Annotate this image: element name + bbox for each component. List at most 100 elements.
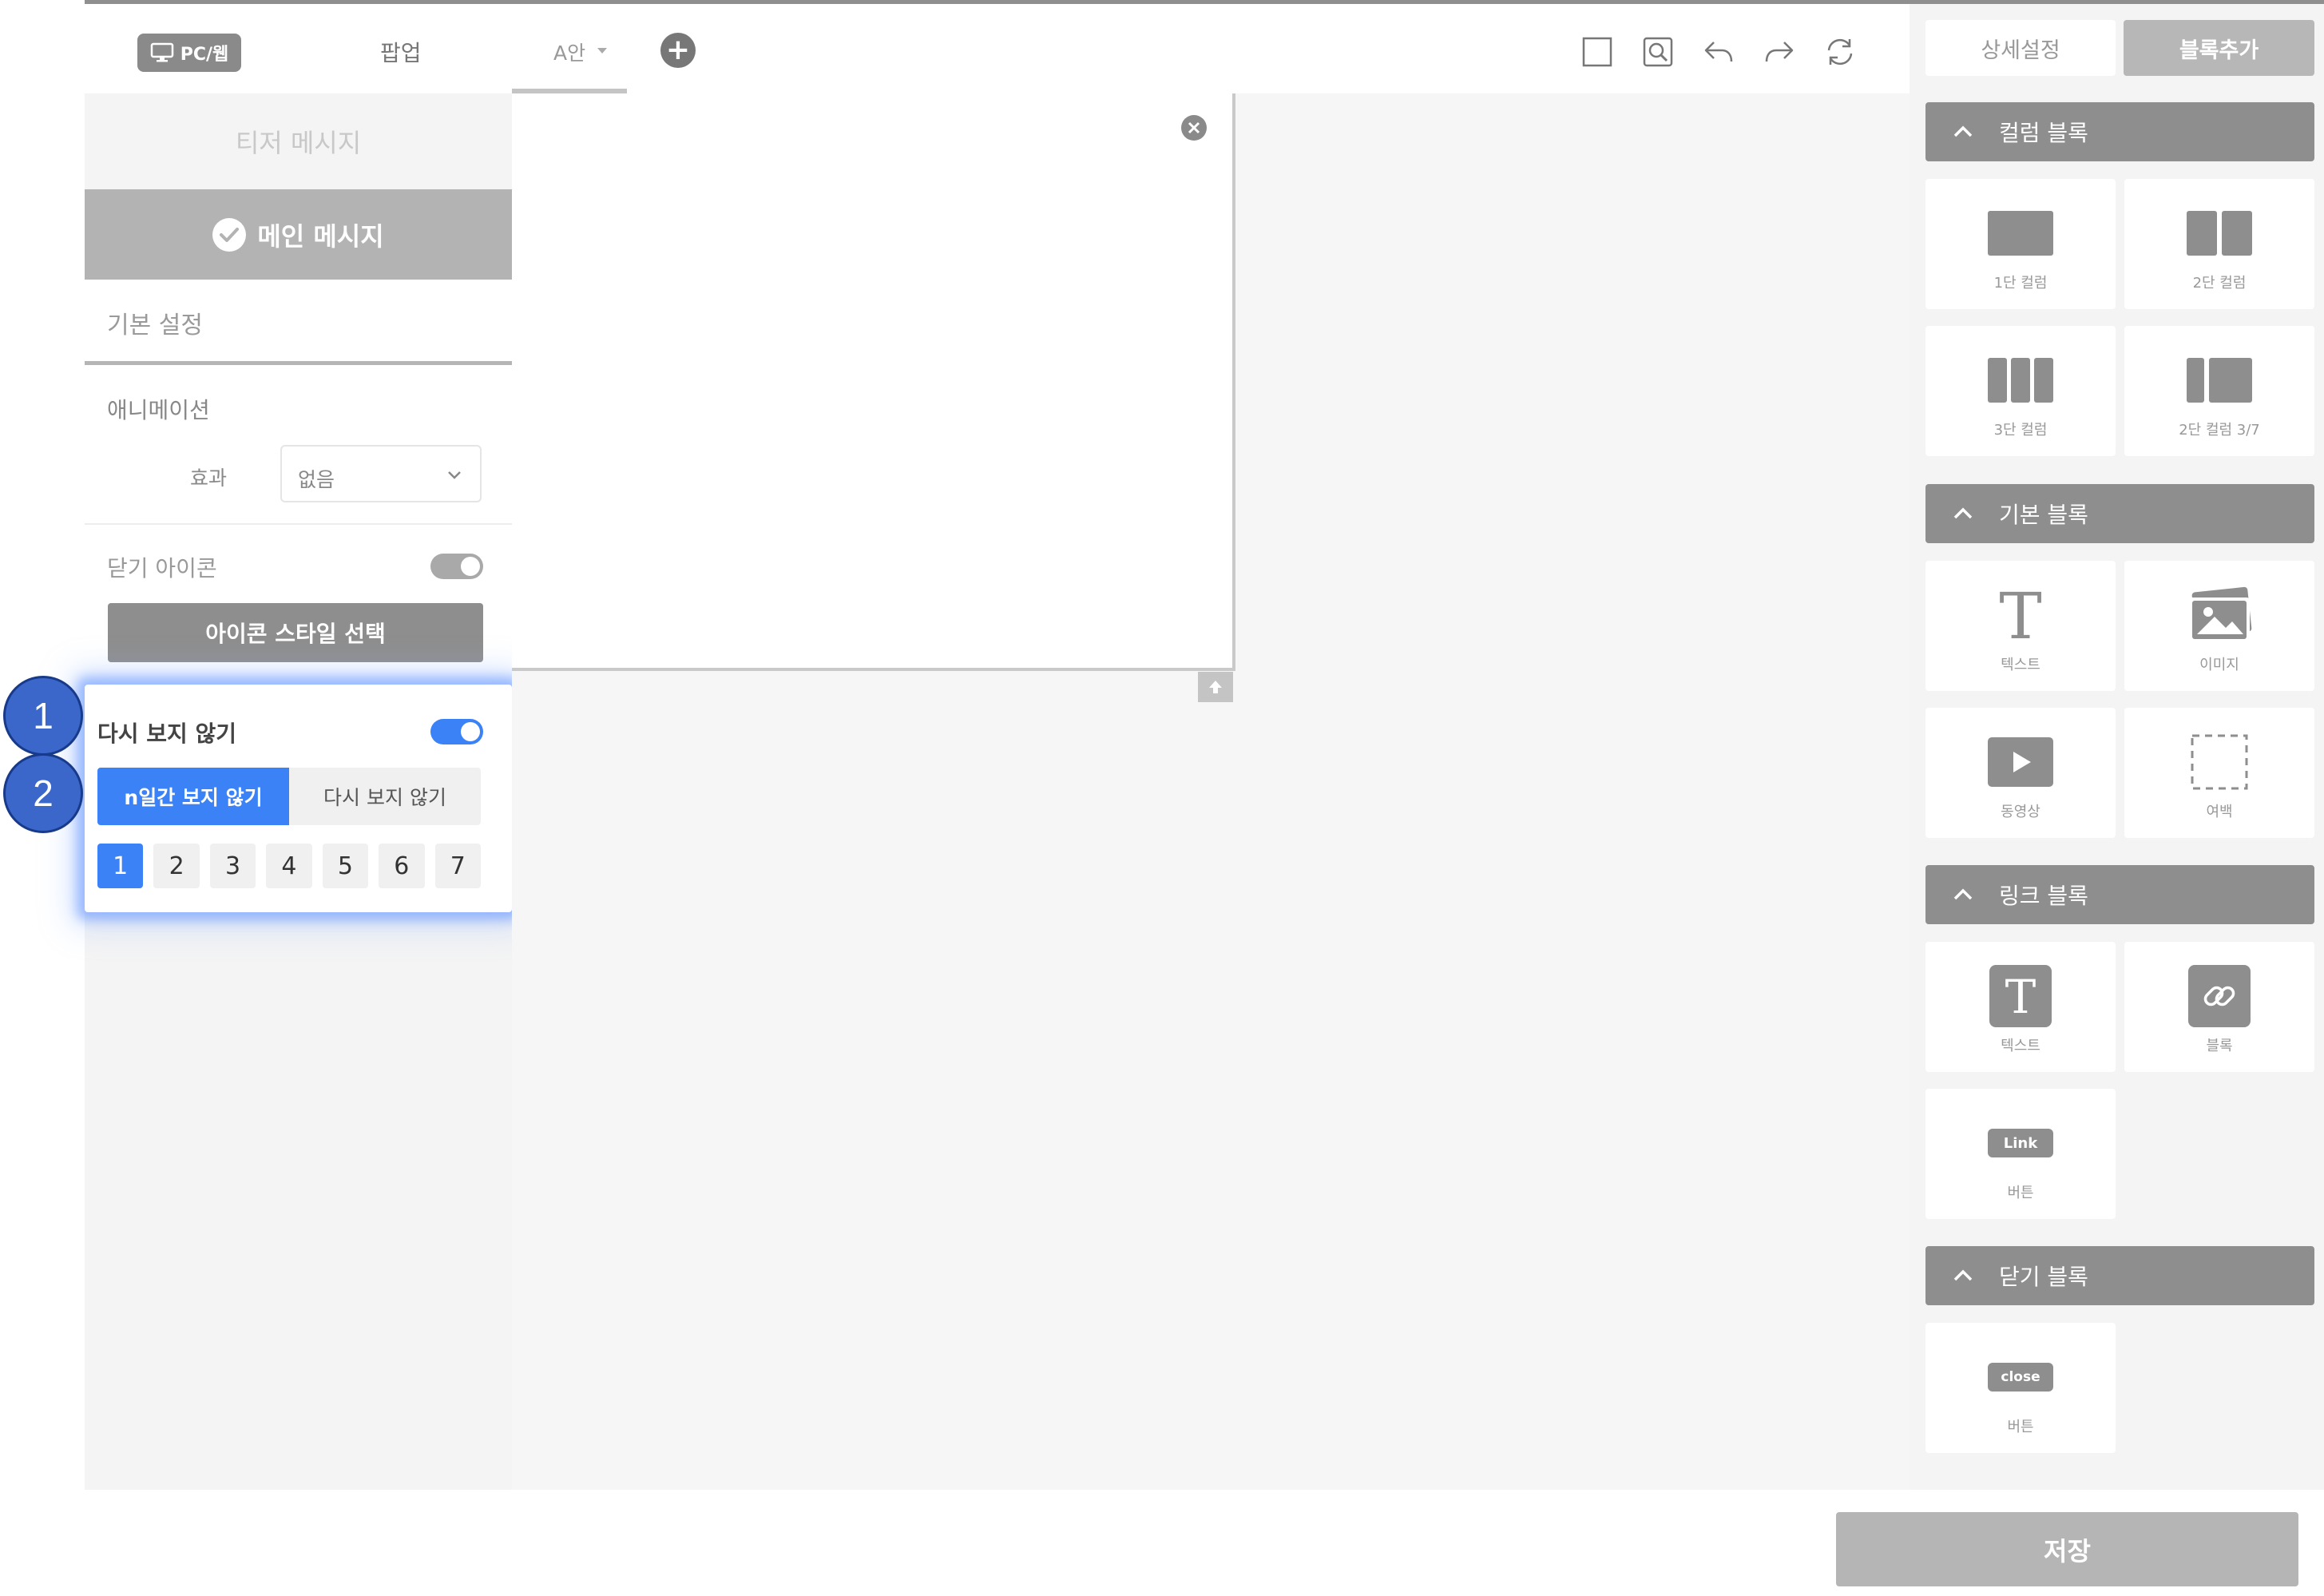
- left-header: PC/웹 팝업: [85, 4, 512, 93]
- link-block-header[interactable]: 링크 블록: [1925, 865, 2314, 924]
- undo-icon[interactable]: [1701, 34, 1736, 69]
- add-version-button[interactable]: +: [660, 33, 696, 68]
- day-button-2[interactable]: 2: [153, 844, 200, 888]
- block-text[interactable]: T 텍스트: [1925, 561, 2116, 691]
- option-never-show[interactable]: 다시 보지 않기: [289, 768, 481, 825]
- close-circle-icon[interactable]: [1180, 114, 1208, 141]
- block-link-button[interactable]: Link 버튼: [1925, 1089, 2116, 1219]
- version-tab-a[interactable]: A안: [512, 4, 627, 93]
- day-button-6[interactable]: 6: [379, 844, 425, 888]
- redo-icon[interactable]: [1762, 34, 1797, 69]
- block-link-text[interactable]: T 텍스트: [1925, 942, 2116, 1072]
- block-2-column[interactable]: 2단 컬럼: [2124, 179, 2314, 309]
- three-column-icon: [1988, 358, 2053, 403]
- refresh-icon[interactable]: [1822, 34, 1858, 69]
- spacer-dashed-icon: [2191, 734, 2248, 790]
- popup-tab[interactable]: 팝업: [380, 36, 422, 68]
- right-panel-tabs: 상세설정 블록추가: [1925, 20, 2314, 76]
- svg-text:T: T: [2005, 970, 2036, 1024]
- tab-add-block[interactable]: 블록추가: [2124, 20, 2314, 76]
- option-n-days[interactable]: n일간 보지 않기: [97, 768, 289, 825]
- block-label: 2단 컬럼: [2192, 275, 2247, 292]
- basic-setting-section[interactable]: 기본 설정: [85, 280, 512, 365]
- link-block-title: 링크 블록: [1999, 883, 2088, 909]
- block-spacer[interactable]: 여백: [2124, 708, 2314, 838]
- day-button-3[interactable]: 3: [209, 844, 256, 888]
- dont-show-again-toggle[interactable]: [430, 719, 483, 744]
- block-label: 버튼: [2007, 1419, 2034, 1435]
- block-label: 버튼: [2007, 1185, 2034, 1201]
- device-pc-web-button[interactable]: PC/웹: [137, 34, 241, 72]
- day-button-5[interactable]: 5: [322, 844, 369, 888]
- step-marker-1: 1: [3, 676, 83, 756]
- block-image[interactable]: 이미지: [2124, 561, 2314, 691]
- day-button-7[interactable]: 7: [434, 844, 481, 888]
- day-button-1[interactable]: 1: [97, 844, 144, 888]
- block-video[interactable]: 동영상: [1925, 708, 2116, 838]
- icon-style-select-button[interactable]: 아이콘 스타일 선택: [108, 603, 483, 662]
- save-button[interactable]: 저장: [1836, 1512, 2298, 1586]
- day-selector: 1 2 3 4 5 6 7: [97, 844, 481, 888]
- frame-icon[interactable]: [1580, 34, 1615, 69]
- preview-zoom-icon[interactable]: [1640, 34, 1676, 69]
- block-close-button[interactable]: close 버튼: [1925, 1323, 2116, 1453]
- block-link-block[interactable]: 블록: [2124, 942, 2314, 1072]
- link-button-preview: Link: [1988, 1129, 2053, 1157]
- block-1-column[interactable]: 1단 컬럼: [1925, 179, 2116, 309]
- version-tab-label: A안: [553, 42, 586, 65]
- check-circle-icon: [212, 217, 247, 252]
- svg-text:T: T: [1999, 586, 2041, 645]
- block-label: 3단 컬럼: [1993, 422, 2048, 439]
- effect-select[interactable]: 없음: [280, 445, 482, 502]
- block-label: 블록: [2206, 1038, 2233, 1054]
- tab-detail-settings[interactable]: 상세설정: [1925, 20, 2116, 76]
- popup-preview-canvas[interactable]: [512, 93, 1235, 671]
- block-label: 1단 컬럼: [1993, 275, 2048, 292]
- basic-block-header[interactable]: 기본 블록: [1925, 484, 2314, 543]
- effect-label: 효과: [190, 466, 228, 490]
- basic-setting-label: 기본 설정: [107, 312, 203, 339]
- teaser-message-tab[interactable]: 티저 메시지: [85, 93, 512, 189]
- chain-link-icon: [2188, 965, 2251, 1027]
- two-column-3-7-icon: [2187, 358, 2252, 403]
- close-icon-title: 닫기 아이콘: [107, 555, 217, 582]
- basic-block-title: 기본 블록: [1999, 502, 2088, 528]
- close-button-preview: close: [1988, 1363, 2053, 1392]
- close-icon-toggle[interactable]: [430, 554, 483, 579]
- one-column-icon: [1988, 211, 2053, 256]
- chevron-up-icon: [1953, 888, 1973, 900]
- chevron-up-icon: [1953, 125, 1973, 137]
- block-label: 텍스트: [2001, 657, 2040, 673]
- two-column-icon: [2187, 211, 2252, 256]
- link-button-text: Link: [2003, 1134, 2038, 1152]
- main-message-label: 메인 메시지: [257, 220, 384, 252]
- block-label: 동영상: [2001, 804, 2040, 820]
- caret-down-icon: [597, 48, 607, 54]
- block-2-column-3-7[interactable]: 2단 컬럼 3/7: [2124, 326, 2314, 456]
- close-icon-section: 닫기 아이콘 아이콘 스타일 선택: [85, 525, 512, 685]
- block-label: 이미지: [2199, 657, 2239, 673]
- chevron-down-icon: [448, 471, 461, 479]
- main-message-tab[interactable]: 메인 메시지: [85, 189, 512, 280]
- close-block-header[interactable]: 닫기 블록: [1925, 1246, 2314, 1305]
- device-badge-label: PC/웹: [180, 45, 229, 65]
- close-block-title: 닫기 블록: [1999, 1264, 2088, 1290]
- text-t-icon: T: [1999, 586, 2041, 645]
- block-label: 여백: [2206, 804, 2233, 820]
- monitor-icon: [150, 42, 173, 62]
- block-3-column[interactable]: 3단 컬럼: [1925, 326, 2116, 456]
- close-button-text: close: [2001, 1369, 2040, 1385]
- column-block-header[interactable]: 컬럼 블록: [1925, 102, 2314, 161]
- day-button-4[interactable]: 4: [266, 844, 312, 888]
- dont-show-again-title: 다시 보지 않기: [97, 721, 237, 747]
- dont-show-again-section: 다시 보지 않기 n일간 보지 않기 다시 보지 않기 1 2 3 4 5 6 …: [85, 685, 512, 912]
- video-play-icon: [1988, 737, 2053, 787]
- animation-section: 애니메이션 효과 없음: [85, 365, 512, 525]
- left-settings-panel: 티저 메시지 메인 메시지 기본 설정 애니메이션 효과 없음 닫기 아이콘 아…: [85, 93, 512, 1490]
- chevron-up-icon: [1953, 507, 1973, 519]
- link-text-icon: T: [1989, 965, 2052, 1027]
- effect-select-value: 없음: [298, 468, 335, 491]
- resize-handle[interactable]: [1198, 672, 1233, 702]
- step-marker-2: 2: [3, 753, 83, 833]
- chevron-up-icon: [1953, 1269, 1973, 1281]
